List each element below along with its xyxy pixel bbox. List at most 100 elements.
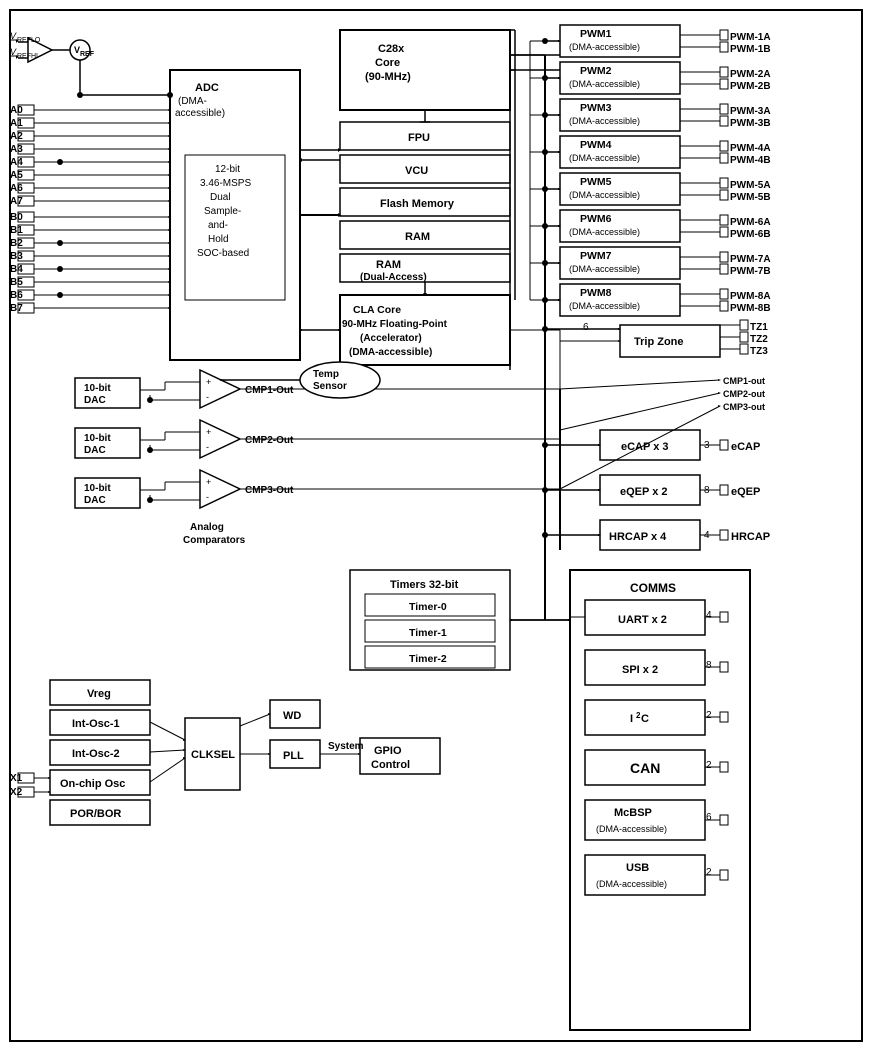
svg-text:TZ3: TZ3 [750,346,768,357]
svg-text:USB: USB [626,862,649,874]
svg-text:PWM5: PWM5 [580,176,612,188]
svg-text:Hold: Hold [208,234,229,245]
svg-text:Sample-: Sample- [204,206,241,217]
svg-text:Timer-1: Timer-1 [409,627,447,639]
svg-text:Timer-2: Timer-2 [409,653,447,665]
svg-text:TZ1: TZ1 [750,322,768,333]
svg-text:A5: A5 [10,170,23,181]
svg-text:2: 2 [706,867,712,878]
svg-text:PWM-5A: PWM-5A [730,180,771,191]
svg-text:(DMA-accessible): (DMA-accessible) [569,227,640,237]
svg-text:(DMA-: (DMA- [178,96,207,107]
svg-text:eQEP x 2: eQEP x 2 [620,486,668,498]
svg-text:(DMA-accessible): (DMA-accessible) [569,264,640,274]
svg-text:+: + [206,477,211,487]
svg-text:PWM2: PWM2 [580,65,612,77]
svg-text:Int-Osc-1: Int-Osc-1 [72,718,120,730]
svg-text:DAC: DAC [84,395,106,406]
svg-text:Timer-0: Timer-0 [409,601,447,613]
svg-text:VCU: VCU [405,165,428,177]
svg-text:B2: B2 [10,238,23,249]
svg-text:B6: B6 [10,290,23,301]
svg-text:C: C [641,713,649,725]
block-diagram: V REF V REFLO V REFHI A0 A1 A2 A3 [0,0,872,1051]
svg-text:Analog: Analog [190,522,224,533]
svg-text:10-bit: 10-bit [84,483,111,494]
svg-text:PWM-8A: PWM-8A [730,291,771,302]
svg-text:-: - [206,392,209,402]
svg-text:CAN: CAN [630,760,660,776]
svg-text:6: 6 [706,812,712,823]
svg-text:REF: REF [80,51,95,58]
svg-text:Flash Memory: Flash Memory [380,198,455,210]
svg-text:X1: X1 [10,773,23,784]
svg-text:(Accelerator): (Accelerator) [360,333,422,344]
svg-text:GPIO: GPIO [374,745,402,757]
svg-text:PWM-1A: PWM-1A [730,32,771,43]
svg-text:TZ2: TZ2 [750,334,768,345]
svg-text:4: 4 [706,610,712,621]
svg-text:PLL: PLL [283,750,304,762]
svg-text:A2: A2 [10,131,23,142]
svg-text:Comparators: Comparators [183,535,246,546]
svg-text:PWM-4A: PWM-4A [730,143,771,154]
svg-text:(DMA-accessible): (DMA-accessible) [569,79,640,89]
svg-text:C28x: C28x [378,43,405,55]
svg-text:PWM-6B: PWM-6B [730,229,771,240]
svg-text:and-: and- [208,220,228,231]
svg-text:-: - [206,492,209,502]
svg-text:90-MHz Floating-Point: 90-MHz Floating-Point [342,319,448,330]
svg-text:(DMA-accessible): (DMA-accessible) [569,116,640,126]
svg-text:RAM: RAM [376,259,401,271]
svg-text:eCAP x 3: eCAP x 3 [621,441,669,453]
svg-text:Int-Osc-2: Int-Osc-2 [72,748,120,760]
svg-text:10-bit: 10-bit [84,383,111,394]
svg-text:CMP1-out: CMP1-out [723,376,765,386]
svg-text:PWM-4B: PWM-4B [730,155,771,166]
svg-text:(DMA-accessible): (DMA-accessible) [569,190,640,200]
svg-text:REFHI: REFHI [17,53,38,60]
svg-text:2: 2 [706,710,712,721]
svg-text:McBSP: McBSP [614,807,652,819]
svg-text:A7: A7 [10,196,23,207]
svg-text:(DMA-accessible): (DMA-accessible) [349,347,432,358]
svg-text:8: 8 [706,660,712,671]
svg-text:COMMS: COMMS [630,581,676,595]
svg-text:accessible): accessible) [175,108,225,119]
svg-text:A0: A0 [10,105,23,116]
svg-text:3.46-MSPS: 3.46-MSPS [200,178,251,189]
svg-text:PWM-8B: PWM-8B [730,303,771,314]
svg-text:PWM-3A: PWM-3A [730,106,771,117]
svg-text:PWM-5B: PWM-5B [730,192,771,203]
svg-text:PWM6: PWM6 [580,213,612,225]
svg-text:CMP2-Out: CMP2-Out [245,435,294,446]
svg-text:DAC: DAC [84,495,106,506]
svg-text:A3: A3 [10,144,23,155]
svg-text:-: - [206,442,209,452]
svg-text:POR/BOR: POR/BOR [70,808,121,820]
svg-text:+: + [206,427,211,437]
svg-text:PWM4: PWM4 [580,139,612,151]
svg-text:CLA Core: CLA Core [353,304,401,316]
svg-text:(DMA-accessible): (DMA-accessible) [596,879,667,889]
svg-text:+: + [206,377,211,387]
svg-text:CLKSEL: CLKSEL [191,749,235,761]
svg-text:On-chip Osc: On-chip Osc [60,778,125,790]
svg-text:B1: B1 [10,225,23,236]
svg-text:6: 6 [583,322,589,333]
svg-text:HRCAP: HRCAP [731,531,770,543]
svg-text:ADC: ADC [195,82,219,94]
svg-text:B3: B3 [10,251,23,262]
svg-text:(DMA-accessible): (DMA-accessible) [569,153,640,163]
svg-text:RAM: RAM [405,231,430,243]
svg-text:(Dual-Access): (Dual-Access) [360,272,427,283]
svg-text:REFLO: REFLO [17,37,41,44]
svg-text:eCAP: eCAP [731,441,760,453]
svg-text:12-bit: 12-bit [215,164,240,175]
svg-text:B5: B5 [10,277,23,288]
svg-text:PWM-2B: PWM-2B [730,81,771,92]
svg-text:Sensor: Sensor [313,381,347,392]
svg-text:PWM-6A: PWM-6A [730,217,771,228]
svg-text:SPI x 2: SPI x 2 [622,664,658,676]
svg-text:A1: A1 [10,118,23,129]
